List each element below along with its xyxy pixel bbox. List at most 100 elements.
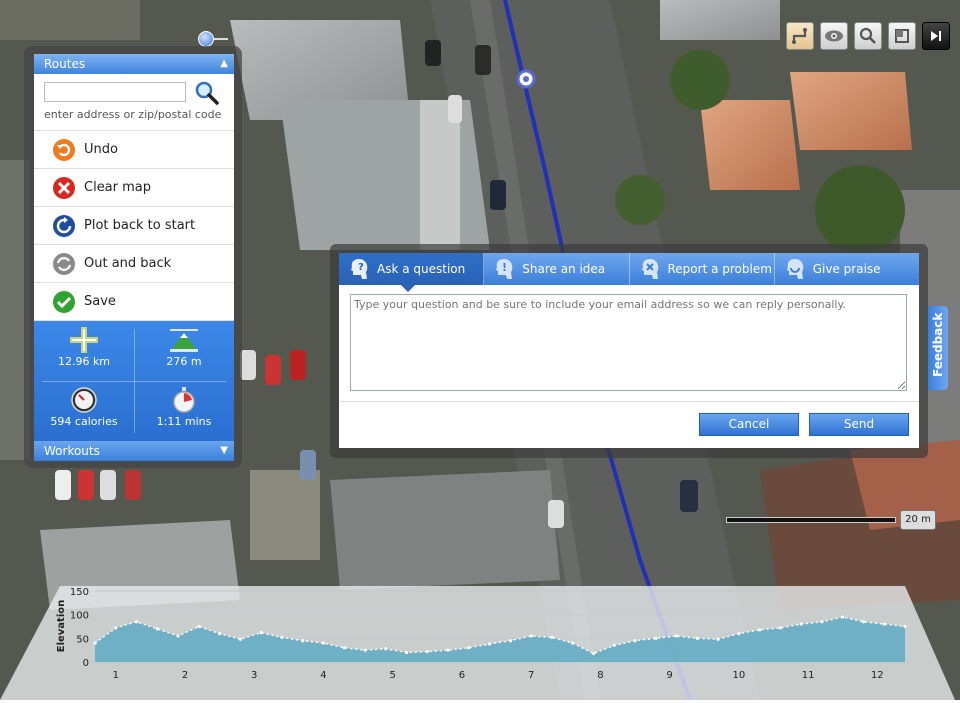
save-label: Save bbox=[84, 294, 116, 309]
feedback-side-tab[interactable]: Feedback bbox=[928, 306, 948, 390]
collapse-button[interactable] bbox=[922, 22, 950, 50]
elevation-point bbox=[508, 639, 512, 643]
route-stats: 12.96 km 276 m 594 calories 1:11 mins bbox=[34, 321, 234, 441]
map-toolbar bbox=[786, 22, 950, 50]
scale-bar bbox=[726, 517, 896, 523]
y-tick-label: 100 bbox=[70, 611, 89, 622]
eye-icon bbox=[825, 30, 843, 42]
elevation-point bbox=[737, 632, 741, 636]
search-icon[interactable] bbox=[194, 80, 220, 106]
feedback-side-tab-label: Feedback bbox=[931, 312, 945, 377]
view-button[interactable] bbox=[820, 22, 848, 50]
routes-header[interactable]: Routes ▲ bbox=[34, 54, 234, 74]
elevation-point bbox=[280, 635, 284, 639]
undo-button[interactable]: Undo bbox=[34, 131, 234, 169]
svg-text:?: ? bbox=[358, 262, 364, 273]
svg-text:!: ! bbox=[502, 261, 507, 274]
question-icon: ? bbox=[351, 259, 368, 279]
x-tick-label: 3 bbox=[251, 670, 257, 681]
plot-back-icon bbox=[53, 214, 75, 237]
elevation-point bbox=[342, 646, 346, 650]
tab-give-praise-label: Give praise bbox=[812, 262, 881, 276]
plot-back-label: Plot back to start bbox=[84, 218, 196, 233]
workouts-title: Workouts bbox=[44, 444, 100, 458]
praise-icon bbox=[786, 259, 804, 279]
tab-ask-question-label: Ask a question bbox=[377, 262, 466, 276]
tab-ask-question[interactable]: ? Ask a question bbox=[339, 253, 485, 292]
collapse-icon bbox=[931, 31, 941, 41]
x-tick-label: 8 bbox=[597, 670, 603, 681]
x-tick-label: 4 bbox=[320, 670, 326, 681]
elevation-point bbox=[134, 620, 139, 624]
route-tool-button[interactable] bbox=[786, 22, 814, 50]
x-tick-label: 2 bbox=[182, 670, 188, 681]
elevation-point bbox=[404, 650, 409, 655]
tab-report-problem[interactable]: Report a problem bbox=[630, 253, 775, 285]
chevron-up-icon: ▲ bbox=[220, 58, 228, 69]
zoom-slider-track[interactable] bbox=[214, 38, 228, 40]
tab-give-praise[interactable]: Give praise bbox=[775, 253, 919, 285]
idea-icon: ! bbox=[496, 259, 513, 279]
save-button[interactable]: Save bbox=[34, 283, 234, 321]
out-and-back-button[interactable]: Out and back bbox=[34, 245, 234, 283]
search-icon bbox=[859, 27, 876, 44]
y-tick-label: 50 bbox=[76, 634, 89, 645]
distance-icon bbox=[70, 327, 98, 353]
elevation-point bbox=[384, 647, 388, 651]
elevation-point bbox=[654, 636, 658, 640]
elevation-point bbox=[820, 620, 824, 624]
elevation-point bbox=[446, 648, 450, 652]
y-axis-label: Elevation bbox=[56, 600, 67, 653]
elevation-point bbox=[467, 646, 471, 650]
address-search-input[interactable] bbox=[44, 82, 186, 102]
elevation-point bbox=[488, 642, 492, 646]
x-tick-label: 1 bbox=[113, 670, 119, 681]
window-button[interactable] bbox=[888, 22, 916, 50]
tab-report-problem-label: Report a problem bbox=[667, 262, 772, 276]
x-tick-label: 11 bbox=[802, 670, 815, 681]
elevation-point bbox=[114, 626, 118, 630]
feedback-dialog: ? Ask a question ! Share an idea Report … bbox=[330, 244, 928, 458]
clear-map-button[interactable]: Clear map bbox=[34, 169, 234, 207]
search-map-button[interactable] bbox=[854, 22, 882, 50]
elevation-point bbox=[758, 628, 762, 632]
send-button[interactable]: Send bbox=[809, 413, 909, 436]
elevation-point bbox=[301, 639, 305, 643]
x-tick-label: 10 bbox=[732, 670, 745, 681]
elevation-chart: Elevation 0 50 100 150 1 2 3 4 5 6 7 8 9 10 11 12 bbox=[0, 584, 960, 700]
elevation-point bbox=[155, 627, 159, 631]
search-hint: enter address or zip/postal code bbox=[44, 108, 222, 121]
elevation-icon bbox=[170, 329, 198, 352]
problem-icon bbox=[641, 259, 658, 279]
elevation-value: 276 m bbox=[166, 355, 202, 368]
window-icon bbox=[895, 29, 909, 43]
elevation-point bbox=[612, 643, 616, 648]
y-tick-label: 0 bbox=[83, 658, 89, 669]
save-icon bbox=[53, 290, 75, 313]
elevation-point bbox=[695, 636, 699, 640]
elevation-chart-svg: Elevation 0501001501 2 3 4 5 6 7 8 9 10 11 12 bbox=[0, 586, 955, 700]
x-tick-label: 5 bbox=[390, 670, 396, 681]
tab-share-idea[interactable]: ! Share an idea bbox=[484, 253, 630, 285]
gauge-icon bbox=[71, 387, 97, 413]
cancel-button[interactable]: Cancel bbox=[699, 413, 799, 436]
feedback-textarea[interactable] bbox=[350, 294, 907, 391]
elevation-point bbox=[529, 634, 533, 638]
calories-stat: 594 calories bbox=[34, 381, 134, 441]
time-value: 1:11 mins bbox=[156, 415, 212, 428]
tab-share-idea-label: Share an idea bbox=[522, 262, 606, 276]
plot-back-button[interactable]: Plot back to start bbox=[34, 207, 234, 245]
elevation-point bbox=[218, 632, 222, 636]
zoom-slider-knob[interactable] bbox=[198, 31, 214, 47]
undo-label: Undo bbox=[84, 142, 118, 157]
elevation-point bbox=[363, 648, 367, 652]
elevation-point bbox=[571, 641, 575, 645]
elevation-point bbox=[799, 622, 803, 626]
clear-map-icon bbox=[53, 176, 75, 199]
elevation-point bbox=[674, 634, 679, 638]
workouts-header[interactable]: Workouts ▼ bbox=[34, 441, 234, 461]
elevation-point bbox=[716, 637, 720, 641]
stopwatch-icon bbox=[173, 387, 195, 413]
elevation-point bbox=[903, 624, 907, 629]
routes-panel-body: Routes ▲ enter address or zip/postal cod… bbox=[34, 54, 234, 461]
